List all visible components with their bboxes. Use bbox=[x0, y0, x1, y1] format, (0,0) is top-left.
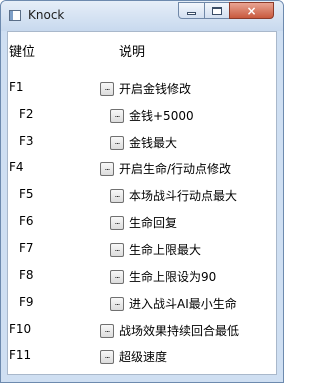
execute-button[interactable]: ... bbox=[110, 109, 124, 123]
hotkey-label: F7 bbox=[19, 241, 34, 255]
function-label: 战场效果持续回合最低 bbox=[119, 324, 240, 338]
execute-button[interactable]: ... bbox=[100, 82, 114, 96]
function-label: 开启金钱修改 bbox=[119, 82, 192, 96]
window-title: Knock bbox=[28, 8, 65, 22]
close-icon: × bbox=[246, 3, 257, 18]
execute-button[interactable]: ... bbox=[100, 350, 114, 364]
maximize-icon bbox=[212, 6, 222, 15]
title-bar[interactable]: Knock × bbox=[1, 1, 283, 31]
minimize-button[interactable] bbox=[178, 2, 205, 19]
hotkey-label: F1 bbox=[9, 80, 24, 94]
hotkey-label: F2 bbox=[19, 107, 34, 121]
description-column-header: 说明 bbox=[119, 45, 146, 60]
execute-button[interactable]: ... bbox=[100, 162, 114, 176]
hotkey-panel: 键位 说明 F1 ... 开启金钱修改 F2 ... 金钱+5000 F3 ..… bbox=[7, 31, 277, 375]
hotkey-label: F4 bbox=[9, 160, 24, 174]
app-window: Knock × 键位 说明 F1 ... 开启金钱修改 F2 ... 金钱+50… bbox=[0, 0, 284, 383]
function-label: 本场战斗行动点最大 bbox=[129, 189, 238, 203]
hotkey-label: F6 bbox=[19, 214, 34, 228]
hotkey-label: F11 bbox=[9, 348, 32, 362]
hotkey-label: F8 bbox=[19, 268, 34, 282]
close-button[interactable]: × bbox=[229, 2, 274, 19]
execute-button[interactable]: ... bbox=[110, 243, 124, 257]
hotkey-label: F5 bbox=[19, 187, 34, 201]
execute-button[interactable]: ... bbox=[110, 270, 124, 284]
maximize-button[interactable] bbox=[204, 2, 230, 19]
execute-button[interactable]: ... bbox=[110, 216, 124, 230]
app-window-icon bbox=[9, 10, 21, 21]
function-label: 开启生命/行动点修改 bbox=[119, 162, 232, 176]
function-label: 超级速度 bbox=[119, 350, 168, 364]
hotkey-label: F3 bbox=[19, 134, 34, 148]
function-label: 生命回复 bbox=[129, 216, 178, 230]
function-label: 金钱最大 bbox=[129, 136, 178, 150]
function-label: 金钱+5000 bbox=[129, 109, 194, 123]
execute-button[interactable]: ... bbox=[110, 189, 124, 203]
execute-button[interactable]: ... bbox=[100, 324, 114, 338]
function-label: 生命上限设为90 bbox=[129, 270, 217, 284]
function-label: 进入战斗AI最小生命 bbox=[129, 297, 237, 311]
execute-button[interactable]: ... bbox=[110, 136, 124, 150]
key-column-header: 键位 bbox=[9, 45, 36, 60]
execute-button[interactable]: ... bbox=[110, 297, 124, 311]
hotkey-label: F9 bbox=[19, 295, 34, 309]
hotkey-label: F10 bbox=[9, 322, 32, 336]
minimize-icon bbox=[187, 12, 196, 15]
function-label: 生命上限最大 bbox=[129, 243, 202, 257]
